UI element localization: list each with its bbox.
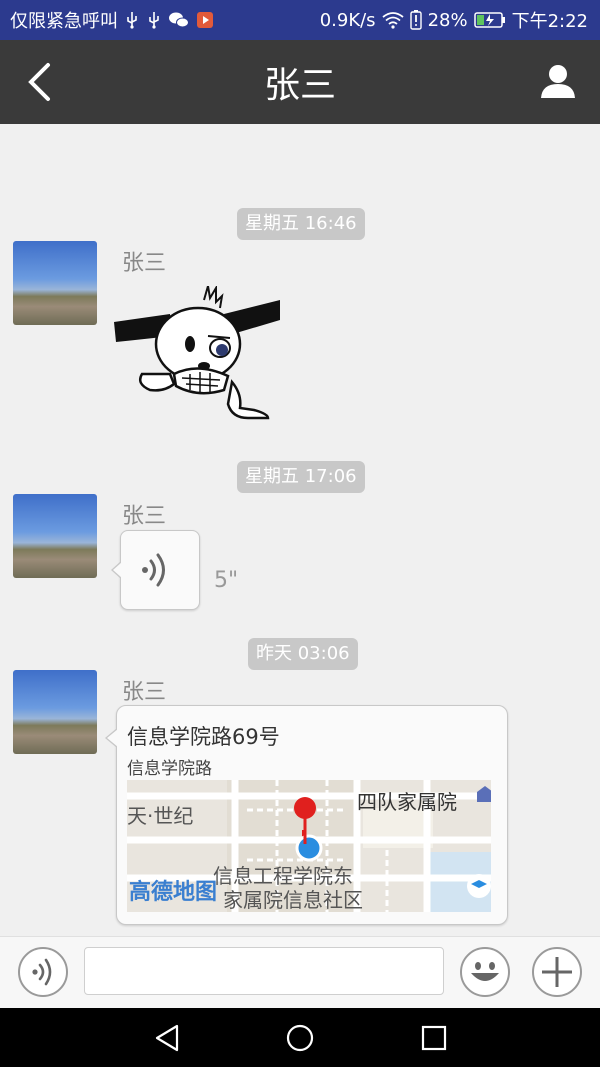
status-carrier-text: 仅限紧急呼叫 xyxy=(10,11,118,32)
sender-name: 张三 xyxy=(122,504,167,529)
recents-square-icon xyxy=(421,1025,447,1051)
back-triangle-icon xyxy=(155,1024,179,1052)
chat-header: 张三 xyxy=(0,40,600,124)
message-text-input[interactable] xyxy=(84,947,444,995)
system-home-button[interactable] xyxy=(284,1022,316,1054)
status-time: 下午2:22 xyxy=(511,11,588,32)
map-provider-logo: 高德地图 xyxy=(129,880,218,905)
network-speed: 0.9K/s xyxy=(319,9,376,31)
status-bar-left: 仅限紧急呼叫 xyxy=(10,0,214,40)
sender-name: 张三 xyxy=(122,251,167,276)
chevron-left-icon xyxy=(28,63,50,101)
add-icon xyxy=(542,957,572,987)
location-message-bubble[interactable]: 信息学院路69号 信息学院路 天·世纪 四队家属院 信息工程学院东 家属院信息社… xyxy=(105,705,508,925)
back-button[interactable] xyxy=(22,60,56,104)
chat-title: 张三 xyxy=(263,65,336,106)
add-attachment-button[interactable] xyxy=(532,947,582,997)
message-input-bar xyxy=(0,936,600,1009)
voice-duration: 5" xyxy=(214,568,239,593)
video-app-icon xyxy=(197,12,213,28)
user-icon xyxy=(541,65,575,98)
emoji-button[interactable] xyxy=(460,947,510,997)
sender-name: 张三 xyxy=(122,680,167,705)
voice-message-bubble[interactable] xyxy=(111,530,200,610)
battery-charging-icon xyxy=(473,12,505,28)
usb-icon xyxy=(127,12,137,29)
status-bar-right: 0.9K/s 28% 下午2:22 xyxy=(320,0,588,40)
battery-percent: 28% xyxy=(427,9,468,31)
avatar[interactable] xyxy=(13,670,97,754)
timestamp: 星期五 16:46 xyxy=(237,208,365,240)
system-recents-button[interactable] xyxy=(418,1022,450,1054)
voice-icon xyxy=(32,958,52,986)
status-bar: 仅限紧急呼叫 0.9K/s 28% 下午2:22 xyxy=(0,0,600,40)
battery-warning-icon xyxy=(409,10,422,30)
location-subtitle: 信息学院路 xyxy=(127,759,212,779)
timestamp: 星期五 17:06 xyxy=(237,461,365,493)
location-title: 信息学院路69号 xyxy=(127,725,280,749)
emoji-icon xyxy=(471,962,499,981)
timestamp: 昨天 03:06 xyxy=(248,638,358,670)
home-circle-icon xyxy=(286,1024,314,1052)
system-back-button[interactable] xyxy=(151,1022,183,1054)
wechat-icon xyxy=(169,12,189,28)
voice-wave-icon xyxy=(142,553,165,587)
wifi-icon xyxy=(382,12,404,29)
system-navigation-bar xyxy=(0,1008,600,1067)
map-label: 家属院信息社区 xyxy=(223,888,363,912)
voice-input-button[interactable] xyxy=(18,947,68,997)
usb-icon xyxy=(149,12,159,29)
profile-button[interactable] xyxy=(538,62,578,102)
map-label: 四队家属院 xyxy=(357,790,457,814)
avatar[interactable] xyxy=(13,494,97,578)
map-label: 天·世纪 xyxy=(127,804,194,828)
avatar[interactable] xyxy=(13,241,97,325)
location-map-preview[interactable]: 天·世纪 四队家属院 信息工程学院东 家属院信息社区 高德地图 xyxy=(127,780,491,912)
chat-message-list[interactable]: 星期五 16:46 张三 星期五 17:06 张三 5" 昨天 03:06 张三… xyxy=(0,124,600,936)
sticker-image[interactable] xyxy=(112,286,284,422)
